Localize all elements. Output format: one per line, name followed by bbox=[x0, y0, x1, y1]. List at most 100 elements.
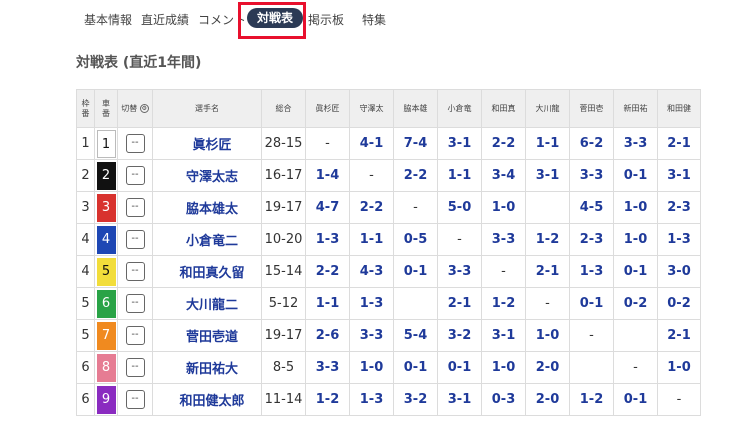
matchup-record[interactable]: 2-6 bbox=[305, 319, 350, 352]
matchup-record[interactable]: 3-0 bbox=[657, 255, 701, 288]
matchup-record[interactable]: 3-1 bbox=[437, 127, 482, 160]
player-name-link[interactable]: 小倉竜二 bbox=[152, 223, 262, 256]
header-switch[interactable]: 切替 ⚙ bbox=[117, 89, 153, 128]
matchup-record[interactable]: 1-0 bbox=[349, 351, 394, 384]
player-name-link[interactable]: 大川龍二 bbox=[152, 287, 262, 320]
matchup-record[interactable]: 1-3 bbox=[305, 223, 350, 256]
settings-icon[interactable]: ⚙ bbox=[139, 103, 149, 113]
player-name-link[interactable]: 眞杉匠 bbox=[152, 127, 262, 160]
matchup-record[interactable]: 3-3 bbox=[481, 223, 526, 256]
matchup-record[interactable]: 3-1 bbox=[657, 159, 701, 192]
matchup-record[interactable]: 3-3 bbox=[349, 319, 394, 352]
matchup-record[interactable]: 1-2 bbox=[569, 383, 614, 416]
matchup-record[interactable]: 2-2 bbox=[393, 159, 438, 192]
header-car-number: 車番 bbox=[94, 89, 118, 128]
matchup-record[interactable]: 2-1 bbox=[525, 255, 570, 288]
matchup-record[interactable]: 0-1 bbox=[437, 351, 482, 384]
player-name-link[interactable]: 守澤太志 bbox=[152, 159, 262, 192]
waku-number: 1 bbox=[76, 127, 95, 160]
matchup-record[interactable]: 1-1 bbox=[305, 287, 350, 320]
player-name-link[interactable]: 和田真久留 bbox=[152, 255, 262, 288]
switch-button[interactable]: -- bbox=[125, 358, 145, 377]
matchup-record[interactable]: 0-3 bbox=[481, 383, 526, 416]
matchup-record[interactable]: 1-2 bbox=[525, 223, 570, 256]
matchup-record[interactable]: 1-0 bbox=[613, 223, 658, 256]
matchup-record[interactable]: 1-1 bbox=[437, 159, 482, 192]
matchup-record[interactable]: 1-0 bbox=[525, 319, 570, 352]
switch-button[interactable]: -- bbox=[125, 230, 145, 249]
matchup-record[interactable]: 1-3 bbox=[657, 223, 701, 256]
matchup-record[interactable]: 3-3 bbox=[305, 351, 350, 384]
matchup-record[interactable]: 5-4 bbox=[393, 319, 438, 352]
matchup-record[interactable]: 3-2 bbox=[393, 383, 438, 416]
matchup-record[interactable]: 1-3 bbox=[349, 287, 394, 320]
matchup-record[interactable]: 2-2 bbox=[305, 255, 350, 288]
matchup-record[interactable]: 2-2 bbox=[349, 191, 394, 224]
matchup-record[interactable]: 0-2 bbox=[613, 287, 658, 320]
matchup-record[interactable]: 0-1 bbox=[613, 159, 658, 192]
matchup-record[interactable]: 0-1 bbox=[393, 255, 438, 288]
table-row: 2 2 -- 守澤太志 16-17 1-4-2-2 1-1 3-4 3-1 3-3 0-1 3-1 bbox=[76, 159, 701, 192]
switch-button[interactable]: -- bbox=[125, 166, 145, 185]
tab-features[interactable]: 特集 bbox=[362, 11, 386, 28]
matchup-record[interactable]: 6-2 bbox=[569, 127, 614, 160]
matchup-record[interactable]: 1-0 bbox=[613, 191, 658, 224]
matchup-record[interactable]: 0-2 bbox=[657, 287, 701, 320]
matchup-record[interactable]: 2-0 bbox=[525, 351, 570, 384]
total-record: 11-14 bbox=[261, 383, 306, 416]
matchup-record[interactable]: 2-1 bbox=[657, 127, 701, 160]
matchup-record[interactable]: 0-5 bbox=[393, 223, 438, 256]
matchup-record[interactable]: 3-1 bbox=[437, 383, 482, 416]
matchup-record[interactable]: 2-1 bbox=[657, 319, 701, 352]
matchup-record[interactable]: 0-1 bbox=[569, 287, 614, 320]
switch-cell: -- bbox=[117, 191, 153, 224]
matchup-record[interactable]: 2-3 bbox=[569, 223, 614, 256]
switch-cell: -- bbox=[117, 223, 153, 256]
matchup-record[interactable]: 7-4 bbox=[393, 127, 438, 160]
matchup-record[interactable]: 3-2 bbox=[437, 319, 482, 352]
matchup-record[interactable]: 0-1 bbox=[613, 255, 658, 288]
tab-bulletin-board[interactable]: 掲示板 bbox=[308, 11, 344, 28]
player-name-link[interactable]: 脇本雄太 bbox=[152, 191, 262, 224]
player-name-link[interactable]: 和田健太郎 bbox=[152, 383, 262, 416]
matchup-record[interactable]: 2-2 bbox=[481, 127, 526, 160]
matchup-record[interactable]: 4-3 bbox=[349, 255, 394, 288]
matchup-record[interactable]: 4-5 bbox=[569, 191, 614, 224]
matchup-record[interactable]: 1-0 bbox=[481, 351, 526, 384]
matchup-record[interactable]: 3-3 bbox=[437, 255, 482, 288]
matchup-record[interactable]: 1-3 bbox=[349, 383, 394, 416]
matchup-record[interactable]: 1-4 bbox=[305, 159, 350, 192]
matchup-record[interactable]: 1-0 bbox=[657, 351, 701, 384]
matchup-record[interactable]: 3-1 bbox=[525, 159, 570, 192]
matchup-record[interactable]: 1-1 bbox=[525, 127, 570, 160]
player-name-link[interactable]: 新田祐大 bbox=[152, 351, 262, 384]
switch-button[interactable]: -- bbox=[125, 390, 145, 409]
matchup-record[interactable]: 1-2 bbox=[305, 383, 350, 416]
switch-button[interactable]: -- bbox=[125, 198, 145, 217]
switch-button[interactable]: -- bbox=[125, 326, 145, 345]
matchup-record[interactable]: 1-0 bbox=[481, 191, 526, 224]
matchup-record[interactable]: 5-0 bbox=[437, 191, 482, 224]
tab-basic-info[interactable]: 基本情報 bbox=[84, 11, 132, 28]
matchup-record[interactable]: 3-4 bbox=[481, 159, 526, 192]
matchup-record[interactable]: 0-1 bbox=[393, 351, 438, 384]
matchup-table: 枠番 車番 切替 ⚙ 選手名 総合 眞杉匠 守澤太 脇本雄 小倉竜 和田真 大川… bbox=[76, 89, 701, 416]
switch-button[interactable]: -- bbox=[125, 262, 145, 281]
matchup-record[interactable]: 2-0 bbox=[525, 383, 570, 416]
matchup-record[interactable]: 4-1 bbox=[349, 127, 394, 160]
matchup-record[interactable]: 3-3 bbox=[569, 159, 614, 192]
matchup-record[interactable]: 4-7 bbox=[305, 191, 350, 224]
matchup-record[interactable]: 2-1 bbox=[437, 287, 482, 320]
table-row: 4 4 -- 小倉竜二 10-20 1-3 1-1 0-5-3-3 1-2 2-3 1-0 1-3 bbox=[76, 223, 701, 256]
matchup-record[interactable]: 3-1 bbox=[481, 319, 526, 352]
matchup-record[interactable]: 1-2 bbox=[481, 287, 526, 320]
matchup-record[interactable]: 0-1 bbox=[613, 383, 658, 416]
matchup-record[interactable]: 1-3 bbox=[569, 255, 614, 288]
matchup-record[interactable]: 2-3 bbox=[657, 191, 701, 224]
player-name-link[interactable]: 菅田壱道 bbox=[152, 319, 262, 352]
switch-button[interactable]: -- bbox=[125, 294, 145, 313]
matchup-record[interactable]: 3-3 bbox=[613, 127, 658, 160]
switch-button[interactable]: -- bbox=[125, 134, 145, 153]
tab-recent-results[interactable]: 直近成績 bbox=[141, 11, 189, 28]
matchup-record[interactable]: 1-1 bbox=[349, 223, 394, 256]
